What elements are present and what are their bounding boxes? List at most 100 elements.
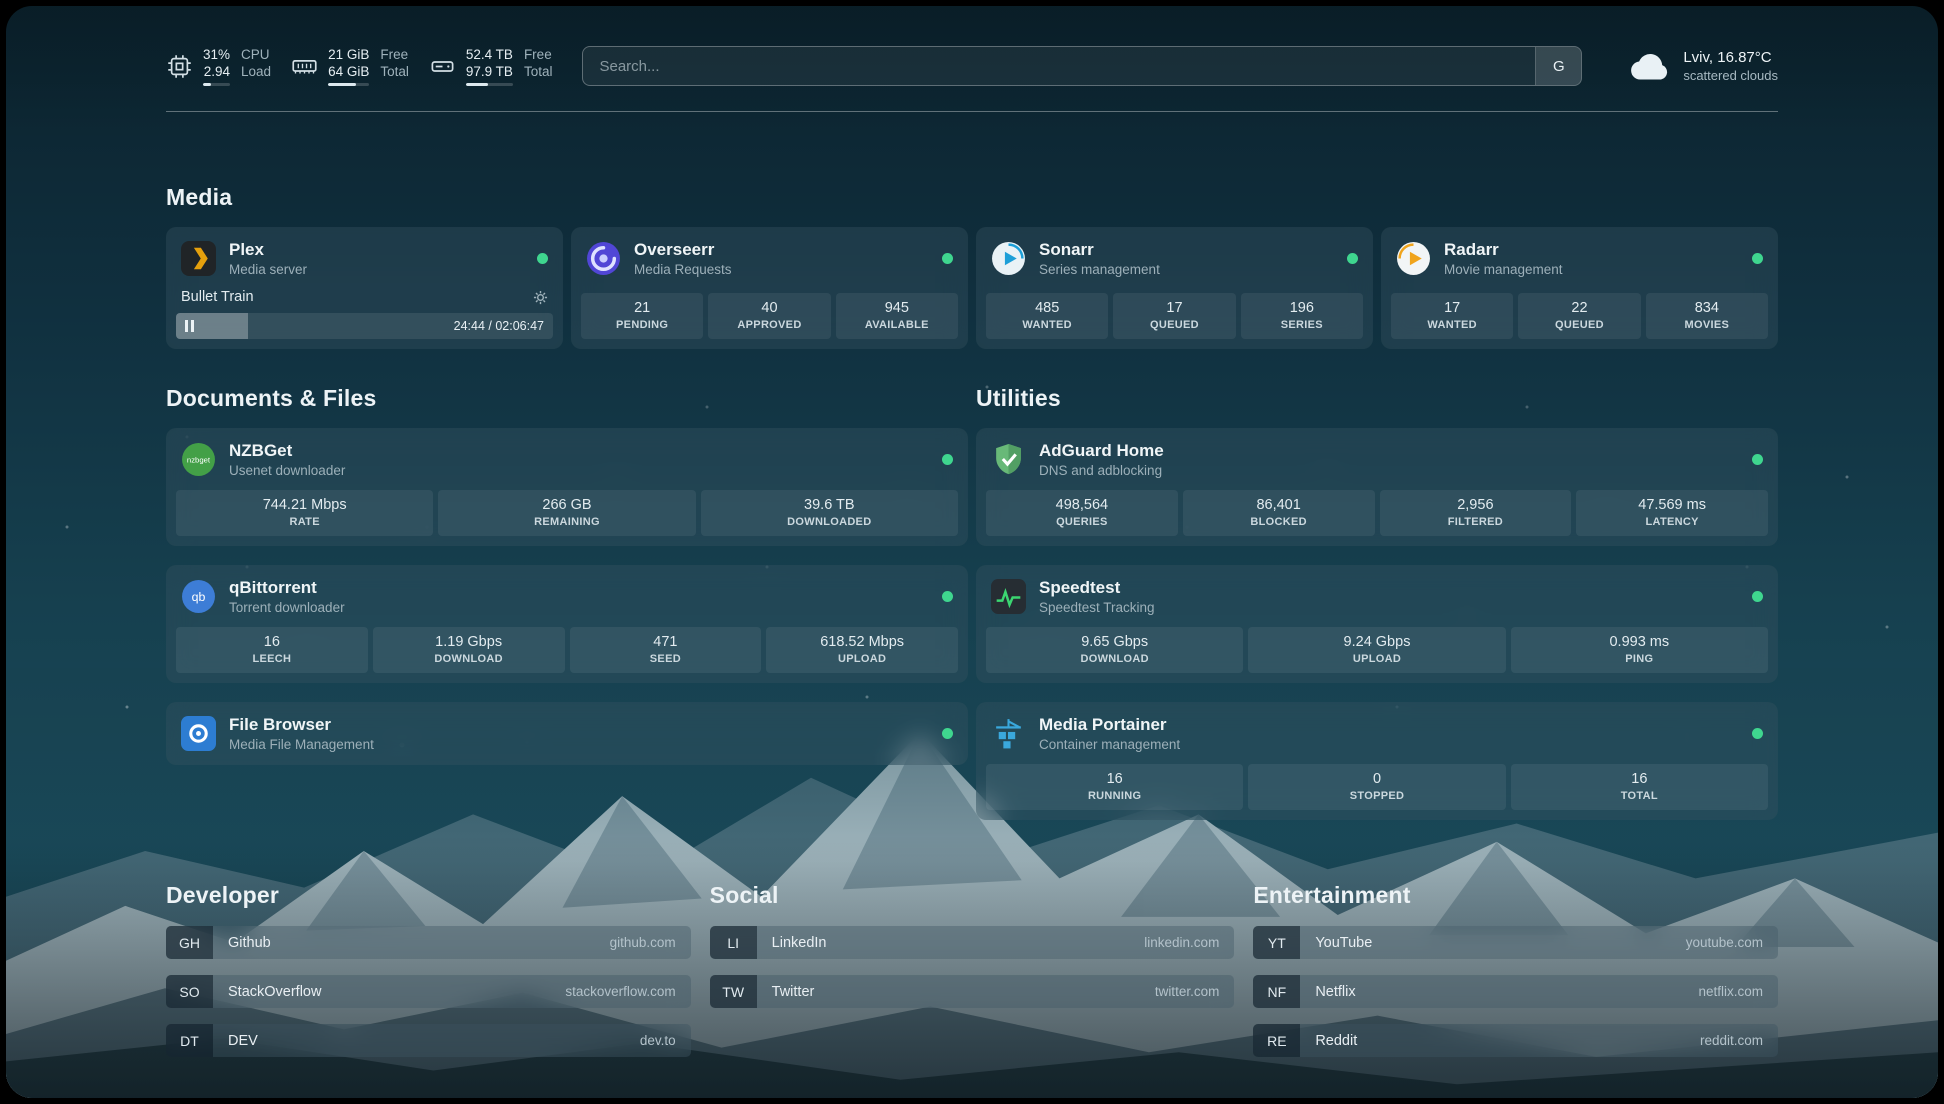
stat-value: 744.21 Mbps [180,497,429,513]
stat-block: 40APPROVED [708,293,830,339]
gear-icon[interactable] [533,290,548,305]
resource-labels: FreeTotal [524,46,553,86]
stat-label: DOWNLOAD [377,653,561,665]
search-input[interactable] [583,47,1535,85]
stat-value: 16 [1515,771,1764,787]
resource-values: 21 GiB64 GiB [328,46,369,80]
background-snow [6,6,8,8]
pause-button[interactable] [185,320,194,332]
resource-label: Load [241,63,271,80]
resource-values: 31%2.94 [203,46,230,80]
stat-value: 0 [1252,771,1501,787]
bookmark-name: Reddit [1315,1033,1357,1049]
weather-text: Lviv, 16.87°C scattered clouds [1683,49,1778,83]
service-header: nzbgetNZBGetUsenet downloader [176,438,958,490]
service-stats: 21PENDING40APPROVED945AVAILABLE [581,293,958,339]
resource-usage-fill [328,83,356,86]
service-card-qbittorrent[interactable]: qbqBittorrentTorrent downloader16LEECH1.… [166,565,968,683]
status-dot [1752,591,1763,602]
bookmark-youtube[interactable]: YTYouTubeyoutube.com [1253,926,1778,959]
stat-value: 498,564 [990,497,1174,513]
playback-progress-bar[interactable]: 24:44 / 02:06:47 [176,313,553,339]
stat-value: 22 [1522,300,1636,316]
svg-text:nzbget: nzbget [187,456,211,465]
resource-widget-memory: 21 GiB64 GiB FreeTotal [291,46,409,86]
middle-sections: Documents & Files nzbgetNZBGetUsenet dow… [166,385,1778,820]
stat-block: 86,401BLOCKED [1183,490,1375,536]
service-card-speedtest[interactable]: SpeedtestSpeedtest Tracking9.65 GbpsDOWN… [976,565,1778,683]
resource-value: 97.9 TB [466,63,513,80]
stat-block: 498,564QUERIES [986,490,1178,536]
stat-label: RUNNING [990,790,1239,802]
service-stats: 16LEECH1.19 GbpsDOWNLOAD471SEED618.52 Mb… [176,627,958,673]
service-name: Sonarr [1039,240,1160,260]
bookmark-url: linkedin.com [1144,935,1219,950]
stat-value: 471 [574,634,758,650]
portainer-icon [991,716,1026,751]
service-description: Usenet downloader [229,463,345,478]
service-card-nzbget[interactable]: nzbgetNZBGetUsenet downloader 744.21 Mbps… [166,428,968,546]
stat-value: 16 [180,634,364,650]
service-description: Torrent downloader [229,600,345,615]
stat-block: 196SERIES [1241,293,1363,339]
service-stats: 17WANTED22QUEUED834MOVIES [1391,293,1768,339]
stat-block: 16LEECH [176,627,368,673]
bookmark-linkedin[interactable]: LILinkedInlinkedin.com [710,926,1235,959]
service-description: Speedtest Tracking [1039,600,1155,615]
bookmark-stackoverflow[interactable]: SOStackOverflowstackoverflow.com [166,975,691,1008]
stat-value: 618.52 Mbps [770,634,954,650]
service-description: Media File Management [229,737,374,752]
service-name: qBittorrent [229,578,345,598]
search-provider-button[interactable]: G [1535,47,1581,85]
stat-label: WANTED [1395,319,1509,331]
service-card-adguard[interactable]: AdGuard HomeDNS and adblocking498,564QUE… [976,428,1778,546]
service-stats: 485WANTED17QUEUED196SERIES [986,293,1363,339]
bookmark-netflix[interactable]: NFNetflixnetflix.com [1253,975,1778,1008]
nzbget-icon: nzbget [181,442,216,477]
service-card-portainer[interactable]: Media PortainerContainer management16RUN… [976,702,1778,820]
stat-label: STOPPED [1252,790,1501,802]
service-description: Media server [229,262,307,277]
resource-usage-bar [328,83,369,86]
stat-block: 9.24 GbpsUPLOAD [1248,627,1505,673]
stat-value: 40 [712,300,826,316]
stat-value: 266 GB [442,497,691,513]
resource-labels: FreeTotal [380,46,409,86]
stat-block: 17QUEUED [1113,293,1235,339]
stat-value: 39.6 TB [705,497,954,513]
stat-value: 16 [990,771,1239,787]
now-playing-row: Bullet Train [176,289,553,313]
resource-widgets: 31%2.94CPULoad21 GiB64 GiBFreeTotal52.4 … [166,46,552,86]
now-playing-title: Bullet Train [181,289,254,305]
bookmark-url: github.com [610,935,676,950]
dashboard-page: 31%2.94CPULoad21 GiB64 GiBFreeTotal52.4 … [6,6,1938,1098]
bookmark-name: Netflix [1315,984,1355,1000]
weather-widget: Lviv, 16.87°C scattered clouds [1628,49,1778,83]
svg-text:qb: qb [192,590,206,604]
service-name: Speedtest [1039,578,1155,598]
resource-widget-disk: 52.4 TB97.9 TB FreeTotal [429,46,553,86]
stat-label: QUEUED [1117,319,1231,331]
resource-value: 21 GiB [328,46,369,63]
bookmark-dev[interactable]: DTDEVdev.to [166,1024,691,1057]
stat-block: 16TOTAL [1511,764,1768,810]
service-card-plex[interactable]: PlexMedia serverBullet Train24:44 / 02:0… [166,227,563,349]
playback-time: 24:44 / 02:06:47 [454,319,544,333]
service-card-radarr[interactable]: RadarrMovie management17WANTED22QUEUED83… [1381,227,1778,349]
status-dot [942,454,953,465]
resource-values: 52.4 TB97.9 TB [466,46,513,80]
service-card-overseerr[interactable]: OverseerrMedia Requests21PENDING40APPROV… [571,227,968,349]
service-header: File BrowserMedia File Management [176,712,958,755]
bookmark-url: netflix.com [1698,984,1763,999]
bookmark-reddit[interactable]: RERedditreddit.com [1253,1024,1778,1057]
bookmark-twitter[interactable]: TWTwittertwitter.com [710,975,1235,1008]
service-card-filebrowser[interactable]: File BrowserMedia File Management [166,702,968,765]
service-header: RadarrMovie management [1391,237,1768,289]
bookmark-abbr: GH [166,926,213,959]
search-bar[interactable]: G [582,46,1582,86]
service-stats: 498,564QUERIES86,401BLOCKED2,956FILTERED… [986,490,1768,536]
bookmark-github[interactable]: GHGithubgithub.com [166,926,691,959]
stat-value: 47.569 ms [1580,497,1764,513]
service-card-sonarr[interactable]: SonarrSeries management485WANTED17QUEUED… [976,227,1373,349]
resource-label: Free [524,46,553,63]
